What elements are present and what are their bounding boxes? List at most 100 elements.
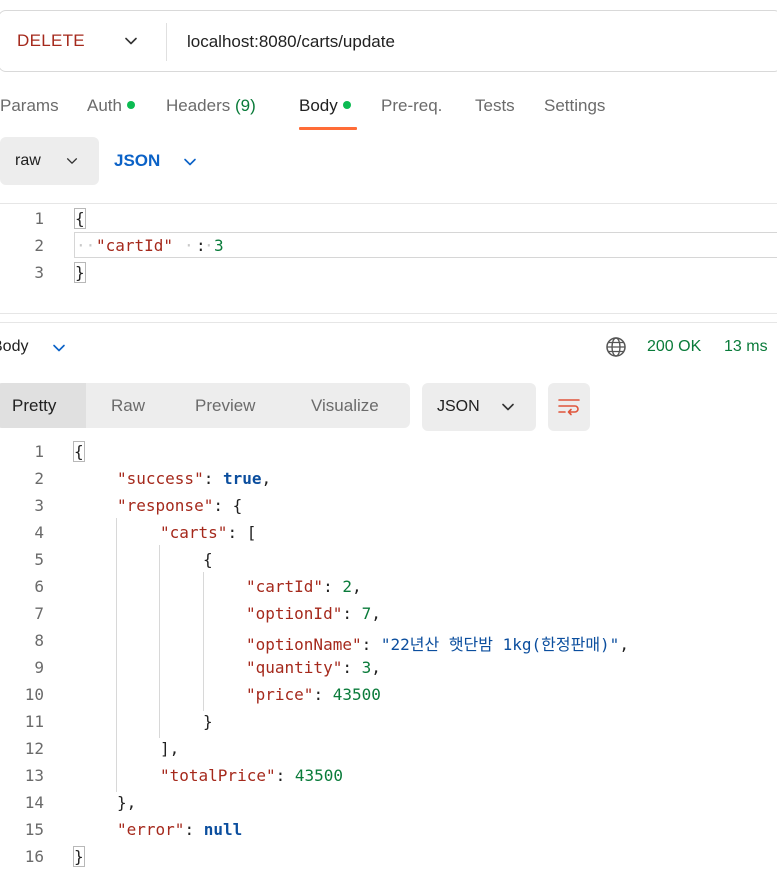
json-value: 43500 [294, 766, 344, 785]
request-url-bar: DELETE localhost:8080/carts/update [0, 10, 777, 72]
code-token: "optionName": "22년산 햇단밤 1kg(한정판매)", [246, 635, 629, 654]
code-line: 5 { [0, 546, 777, 573]
status-code[interactable]: 200 OK [647, 338, 701, 356]
tab-headers[interactable]: Headers (9) [166, 96, 256, 116]
code-token: "response": { [117, 496, 243, 515]
tab-label: Pre-req. [381, 96, 443, 115]
json-key: "carts" [160, 523, 228, 542]
tab-raw[interactable]: Raw [111, 396, 145, 416]
body-format-dropdown[interactable]: JSON [114, 151, 160, 171]
tab-settings[interactable]: Settings [544, 96, 605, 116]
json-key: "response" [117, 496, 214, 515]
code-line: 11 } [0, 708, 777, 735]
divider [0, 203, 777, 204]
code-token: "cartId": 2, [246, 577, 362, 596]
code-line: 1 { [0, 205, 777, 232]
url-input[interactable]: localhost:8080/carts/update [187, 32, 395, 52]
tab-tests[interactable]: Tests [475, 96, 515, 116]
chevron-down-icon[interactable] [51, 340, 67, 356]
line-number: 5 [34, 550, 44, 569]
code-token: } [74, 262, 86, 283]
response-format-label: JSON [437, 398, 480, 415]
code-line: 14 }, [0, 789, 777, 816]
code-token: }, [117, 793, 137, 812]
code-token: "quantity": 3, [246, 658, 381, 677]
json-key: "quantity" [246, 658, 343, 677]
json-key: "totalPrice" [160, 766, 276, 785]
tab-auth[interactable]: Auth [87, 96, 135, 116]
whitespace-marker: · [184, 236, 194, 255]
line-number: 3 [34, 496, 44, 515]
tab-label: Settings [544, 96, 606, 115]
json-key: "optionName" [246, 635, 362, 654]
line-number: 7 [34, 604, 44, 623]
json-value: 2 [342, 577, 352, 596]
line-number: 9 [34, 658, 44, 677]
wrap-lines-button[interactable] [548, 383, 590, 431]
chevron-down-icon[interactable] [182, 154, 198, 170]
code-token: { [73, 441, 85, 462]
tab-label: Auth [87, 96, 122, 115]
json-value: 43500 [332, 685, 381, 704]
line-number: 2 [34, 469, 44, 488]
tab-label: Body [299, 96, 338, 115]
tab-label: Params [0, 96, 59, 115]
line-number: 11 [24, 712, 44, 731]
response-time[interactable]: 13 ms [724, 338, 768, 356]
body-type-label: raw [15, 152, 41, 169]
line-number: 13 [24, 766, 44, 785]
tab-pre-request[interactable]: Pre-req. [381, 96, 442, 116]
code-line: 1 { [0, 438, 777, 465]
code-token: 3 [214, 236, 224, 255]
code-token: { [203, 550, 213, 569]
code-token: } [203, 712, 213, 731]
code-token: "totalPrice": 43500 [160, 766, 344, 785]
chevron-down-icon [66, 158, 78, 164]
tab-visualize[interactable]: Visualize [311, 396, 379, 416]
globe-icon[interactable] [605, 336, 627, 358]
code-line: 2 "success": true, [0, 465, 777, 492]
code-line: 3 "response": { [0, 492, 777, 519]
active-tab-indicator [299, 127, 357, 130]
method-selector[interactable]: DELETE [17, 31, 85, 51]
json-value: null [203, 820, 243, 839]
tab-pretty[interactable]: Pretty [12, 396, 56, 416]
json-value: 3 [361, 658, 372, 677]
line-number: 1 [34, 442, 44, 461]
body-type-dropdown[interactable]: raw [0, 137, 99, 185]
whitespace-marker: ·· [76, 236, 96, 255]
status-dot [126, 100, 135, 109]
code-line: 4 "carts": [ [0, 519, 777, 546]
divider [0, 322, 777, 323]
code-line: 16 } [0, 843, 777, 870]
tab-label: Headers [166, 96, 231, 115]
code-token: "optionId": 7, [246, 604, 381, 623]
chevron-down-icon[interactable] [123, 33, 139, 49]
response-format-dropdown[interactable]: JSON [422, 383, 536, 431]
json-value: "22년산 햇단밤 1kg(한정판매)" [380, 635, 620, 654]
code-token: } [73, 846, 85, 867]
line-number: 10 [24, 685, 44, 704]
code-token: "price": 43500 [246, 685, 381, 704]
line-number: 1 [34, 209, 44, 228]
code-line: 2 ·· "cartId" · : · 3 [0, 232, 777, 259]
json-value: true [222, 469, 262, 488]
code-line: 8 "optionName": "22년산 햇단밤 1kg(한정판매)", [0, 627, 777, 654]
line-number: 3 [34, 263, 44, 282]
json-key: "optionId" [246, 604, 343, 623]
code-token: ], [160, 739, 180, 758]
code-line: 15 "error": null [0, 816, 777, 843]
chevron-down-icon [502, 403, 514, 411]
wrap-lines-icon [558, 399, 580, 416]
json-key: "success" [117, 469, 204, 488]
response-section-label[interactable]: Body [0, 338, 28, 356]
code-token: "success": true, [117, 469, 272, 488]
line-number: 16 [24, 847, 44, 866]
divider [0, 313, 777, 314]
line-number: 8 [34, 631, 44, 650]
line-number: 14 [24, 793, 44, 812]
tab-body[interactable]: Body [299, 96, 351, 116]
tab-params[interactable]: Params [0, 96, 59, 116]
tab-preview[interactable]: Preview [195, 396, 255, 416]
code-token: "cartId" [96, 236, 174, 255]
